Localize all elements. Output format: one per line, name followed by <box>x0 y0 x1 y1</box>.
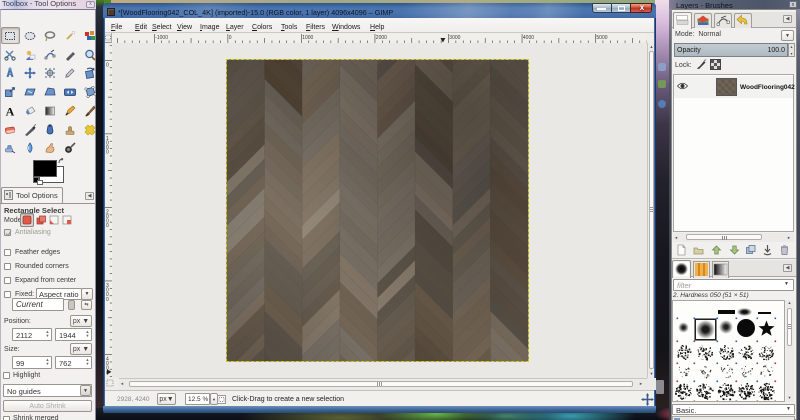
svg-text:2000: 2000 <box>376 35 387 41</box>
svg-text:0: 0 <box>106 150 109 156</box>
svg-text:A: A <box>6 105 15 117</box>
svg-text:0: 0 <box>229 35 232 41</box>
svg-text:1000: 1000 <box>302 35 313 41</box>
svg-text:0: 0 <box>106 62 109 68</box>
svg-text:0: 0 <box>106 297 109 303</box>
svg-text:-1000: -1000 <box>155 35 168 41</box>
svg-text:3000: 3000 <box>449 35 460 41</box>
svg-text:0: 0 <box>106 223 109 229</box>
svg-text:4000: 4000 <box>523 35 534 41</box>
svg-text:5000: 5000 <box>596 35 607 41</box>
